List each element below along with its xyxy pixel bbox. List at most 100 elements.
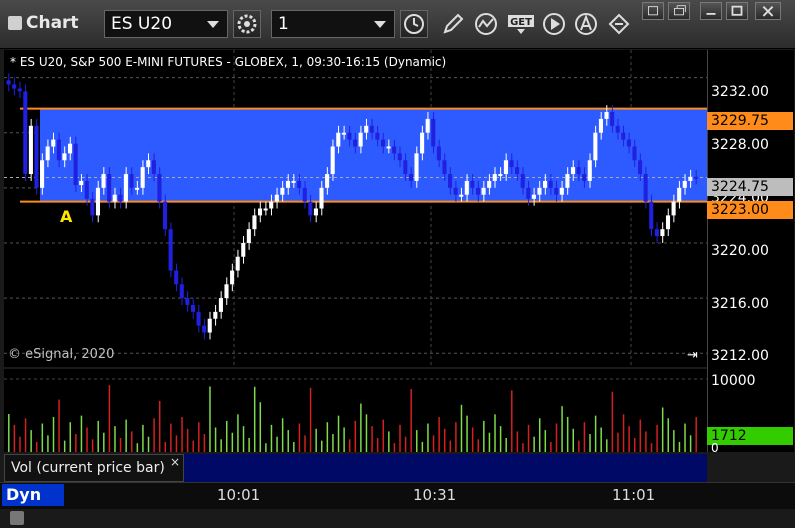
candle-body (548, 180, 553, 188)
symbol-combo[interactable]: ES U20 (104, 10, 228, 38)
candle-body (604, 112, 609, 119)
svg-text:GET: GET (510, 17, 532, 28)
title-bar: Chart ES U20 1 GET (0, 0, 795, 49)
candle-body (123, 174, 128, 202)
maximize-button[interactable] (726, 2, 748, 20)
candle-body (353, 139, 358, 147)
volume-chart[interactable] (4, 369, 707, 452)
candle-body (610, 112, 615, 126)
studies-button[interactable] (473, 11, 499, 37)
volume-zero-tick: 0 (711, 441, 719, 455)
chevron-down-icon (374, 21, 386, 28)
candle-body (425, 118, 430, 133)
link-button[interactable] (606, 11, 632, 37)
play-button[interactable] (541, 11, 567, 37)
price-tick: 3228.00 (711, 137, 769, 153)
minimize-button[interactable] (700, 2, 722, 20)
time-tick: 10:31 (413, 486, 457, 504)
candle-body (263, 208, 268, 211)
candle-body (570, 167, 576, 175)
time-axis[interactable] (0, 482, 795, 509)
candle-body (157, 174, 162, 202)
window-properties-button[interactable] (642, 2, 664, 20)
candle-body (51, 139, 56, 147)
candle-body (146, 160, 151, 168)
time-template-button[interactable] (400, 10, 428, 38)
symbol-value: ES U20 (111, 14, 173, 34)
candle-body (632, 146, 637, 161)
candle-body (202, 325, 207, 333)
volume-chart-svg (4, 378, 707, 452)
copyright-text: © eSignal, 2020 (8, 347, 115, 362)
lock-icon (10, 510, 24, 525)
chevron-down-icon (207, 21, 219, 28)
candle-body (62, 153, 67, 161)
candle-body (162, 201, 168, 230)
candle-body (520, 174, 525, 188)
candle-body (330, 146, 335, 175)
candle-body (688, 176, 693, 181)
volume-study-bar (184, 454, 707, 482)
candle-body (654, 229, 659, 237)
candle-body (28, 125, 33, 175)
candle-body (34, 125, 39, 188)
candle-body (442, 160, 447, 175)
candle-body (73, 143, 78, 186)
candle-body (665, 215, 671, 230)
candle-body (464, 180, 469, 195)
window-title-text: Chart (26, 13, 79, 33)
candle-body (671, 201, 676, 216)
candle-body (643, 174, 648, 202)
interval-value: 1 (278, 14, 289, 34)
annotation-label: A (60, 207, 73, 226)
price-chart[interactable] (4, 50, 707, 367)
candle-body (621, 132, 626, 140)
candle-body (537, 187, 542, 195)
close-volume-study-button[interactable]: × (170, 455, 180, 469)
candle-body (90, 198, 95, 216)
candle-body (503, 160, 508, 175)
candle-body (257, 208, 263, 216)
candle-body (470, 180, 475, 188)
candle-body (492, 174, 497, 181)
candle-body (436, 146, 441, 161)
maximize-icon (731, 5, 743, 16)
candle-body (190, 304, 196, 312)
candle-body (336, 132, 341, 147)
candle-body (45, 146, 50, 161)
candle-body (285, 180, 291, 188)
interval-combo[interactable]: 1 (271, 10, 395, 38)
candle-body (269, 201, 274, 209)
candle-body (84, 180, 89, 199)
candle-body (235, 256, 240, 271)
candle-body (341, 132, 346, 135)
candle-body (280, 187, 285, 195)
price-tick: 3216.00 (711, 296, 769, 312)
candle-body (526, 187, 531, 199)
candle-body (386, 146, 391, 149)
candle-body (12, 84, 17, 89)
candle-body (135, 187, 140, 190)
alert-button[interactable] (573, 11, 599, 37)
restore-button[interactable] (668, 2, 690, 20)
restore-icon (673, 5, 686, 16)
candle-body (151, 160, 156, 175)
candle-body (218, 298, 223, 312)
close-button[interactable] (755, 2, 781, 20)
time-tick: 11:01 (612, 486, 656, 504)
scroll-to-end-icon[interactable]: ⇥ (687, 348, 698, 363)
volume-max-tick: 10000 (711, 373, 756, 389)
candle-body (598, 118, 603, 133)
volume-current-label: 1712 (707, 427, 793, 445)
candle-body (230, 270, 235, 285)
dynamic-mode-button[interactable]: Dyn (2, 484, 64, 525)
candle-body (297, 180, 302, 188)
get-data-button[interactable]: GET (506, 11, 536, 37)
candle-body (308, 201, 313, 216)
candle-body (459, 194, 464, 197)
candle-body (196, 311, 201, 326)
draw-pencil-button[interactable] (440, 11, 466, 37)
candle-body (313, 208, 318, 216)
candle-body (649, 201, 654, 230)
symbol-settings-button[interactable] (233, 10, 261, 38)
